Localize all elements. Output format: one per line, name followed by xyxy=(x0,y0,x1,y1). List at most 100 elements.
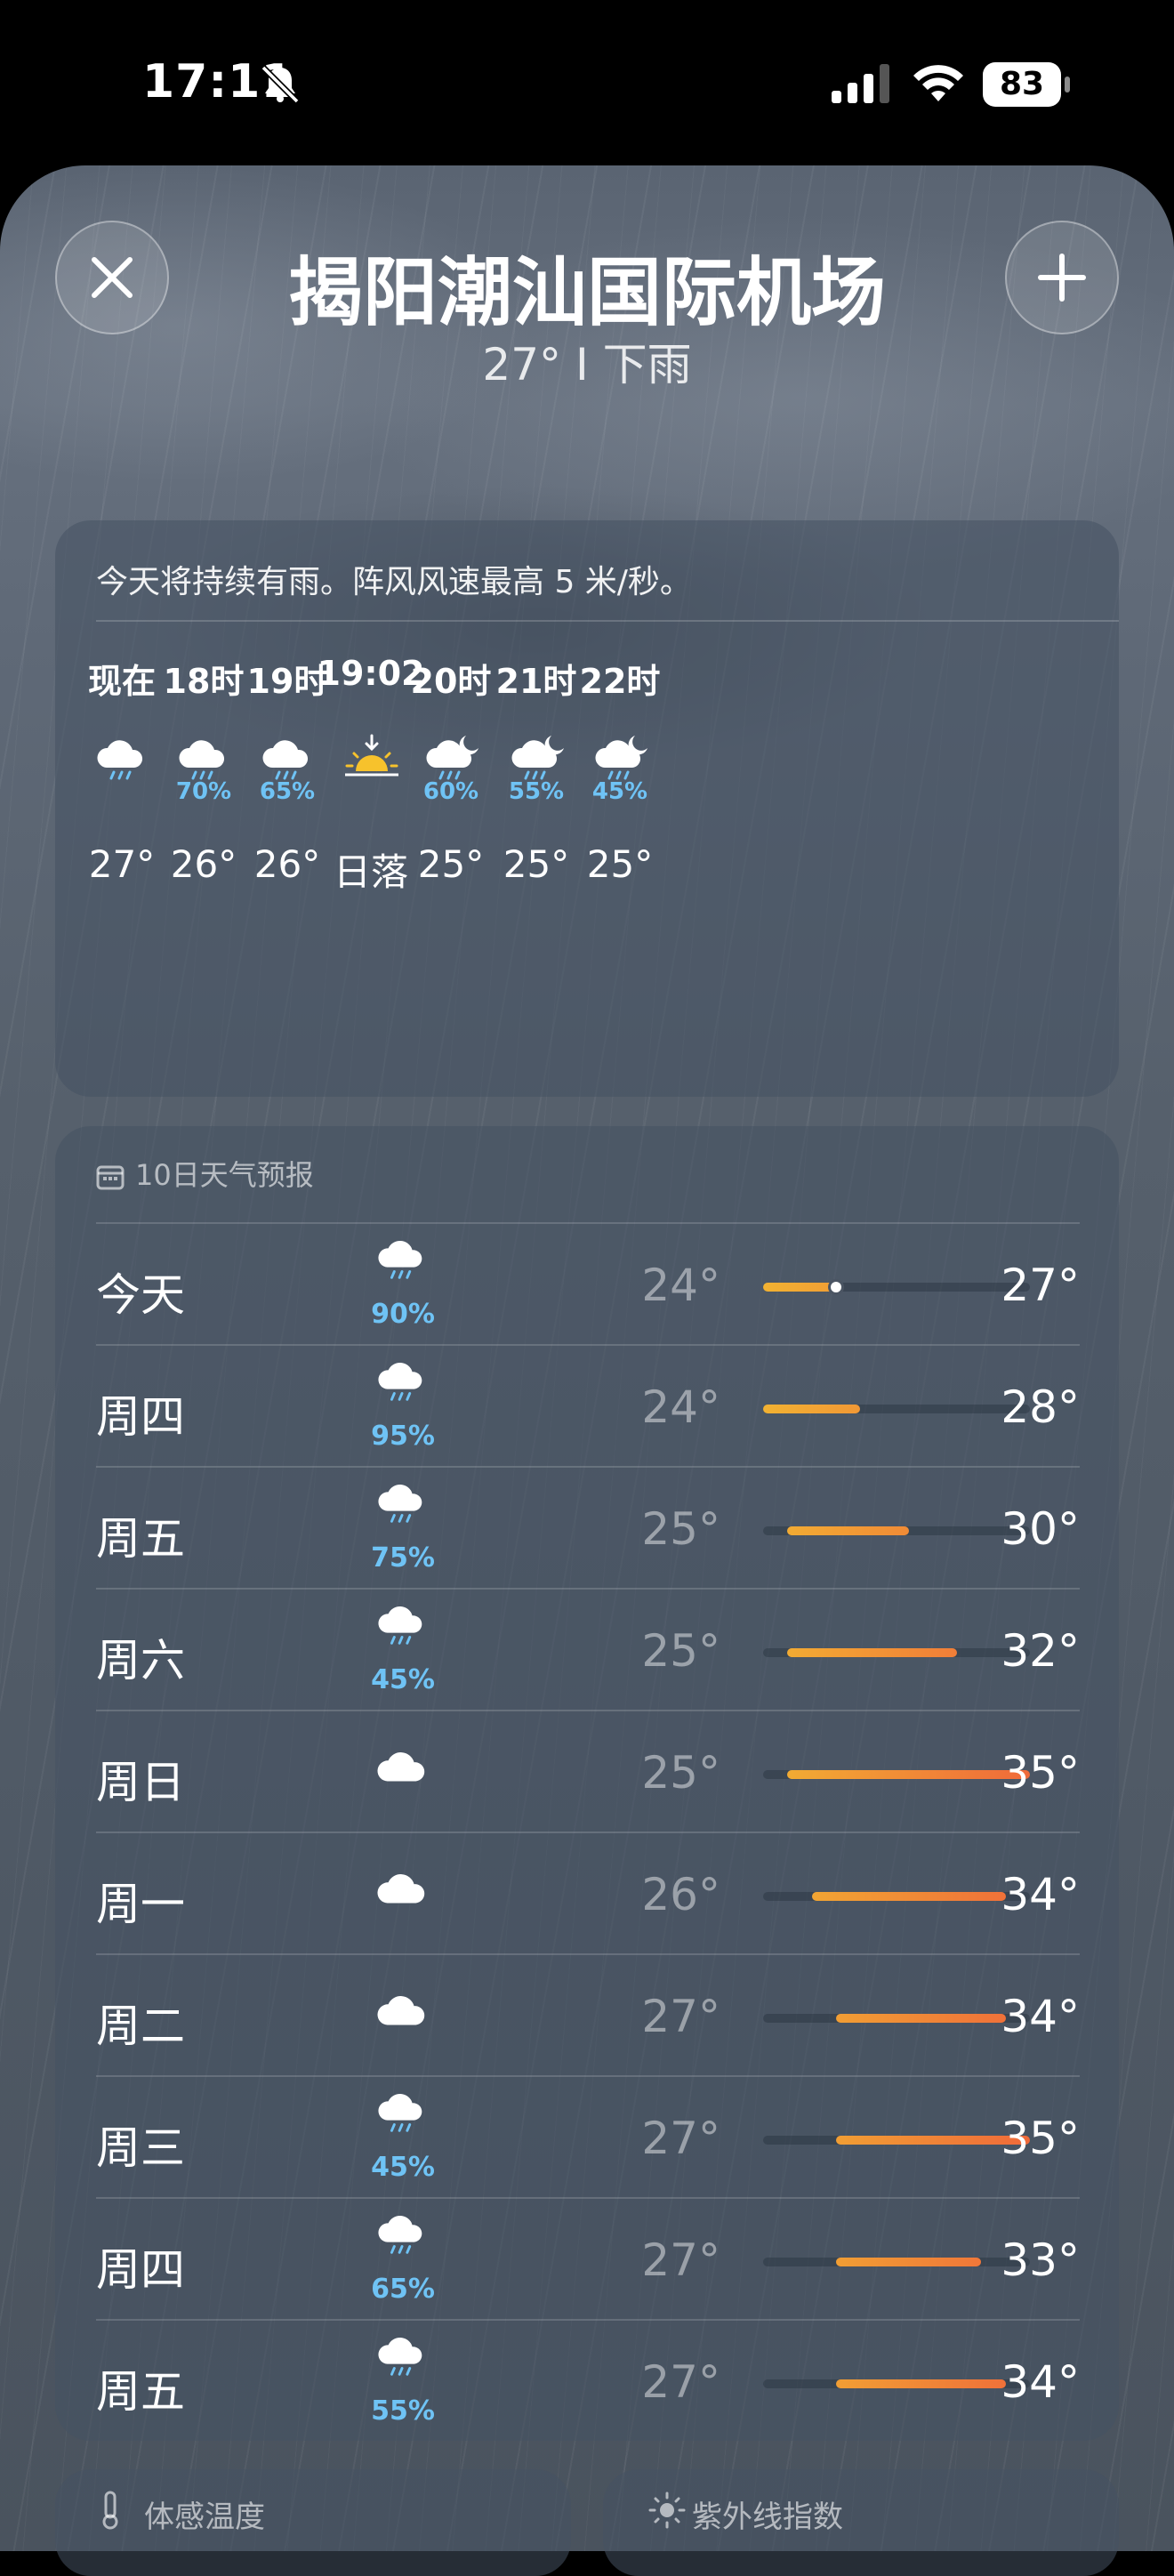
precip-chance: 75% xyxy=(371,1542,435,1574)
temp-range-fill xyxy=(787,1770,1030,1779)
uv-index-card[interactable]: 紫外线指数 xyxy=(603,2469,1119,2576)
cloud-icon xyxy=(363,1864,443,1961)
hourly-item: 22时 45% 25° xyxy=(553,654,687,886)
thermometer-icon xyxy=(102,2491,118,2530)
daily-row[interactable]: 周五 55% 27° 34° xyxy=(96,2319,1080,2441)
temp-range-fill xyxy=(787,1648,958,1657)
current-temp-marker xyxy=(827,1279,844,1295)
temp-range-bar xyxy=(763,1405,1030,1413)
battery-indicator: 83 xyxy=(983,62,1070,107)
day-label: 今天 xyxy=(96,1269,185,1321)
precip-chance: 45% xyxy=(371,1664,435,1695)
rain-icon: 55% xyxy=(363,2330,443,2427)
high-temp: 34° xyxy=(1001,1991,1080,2042)
precip-chance: 90% xyxy=(371,1299,435,1330)
high-temp: 32° xyxy=(1001,1625,1080,1677)
low-temp: 25° xyxy=(641,1625,720,1677)
hour-label: 22时 xyxy=(579,662,661,701)
temp-range-bar xyxy=(763,1770,1030,1779)
hour-temp: 25° xyxy=(586,842,654,886)
high-temp: 33° xyxy=(1001,2234,1080,2286)
temp-range-bar xyxy=(763,1279,1030,1295)
rain-icon: 45% xyxy=(363,1598,443,1696)
high-temp: 30° xyxy=(1001,1503,1080,1555)
night-rain-icon: 45% xyxy=(553,698,687,805)
precip-chance: 55% xyxy=(371,2395,435,2427)
temp-range-bar xyxy=(763,1526,1030,1535)
daily-row[interactable]: 周二 27° 34° xyxy=(96,1953,1080,2075)
low-temp: 27° xyxy=(641,2234,720,2286)
rain-icon: 45% xyxy=(363,2086,443,2184)
temp-range-fill xyxy=(787,1526,909,1535)
low-temp: 24° xyxy=(641,1381,720,1433)
feels-like-label: 体感温度 xyxy=(144,2500,265,2535)
high-temp: 34° xyxy=(1001,2356,1080,2408)
location-name: 揭阳潮汕国际机场 xyxy=(287,249,886,336)
temp-range-fill xyxy=(763,1405,861,1413)
temp-range-fill xyxy=(835,2014,1006,2023)
status-bar: 17:11 83 xyxy=(0,0,1174,169)
daily-row[interactable]: 周三 45% 27° 35° xyxy=(96,2075,1080,2197)
wifi-icon xyxy=(913,65,963,101)
temp-range-bar xyxy=(763,2136,1030,2145)
day-label: 周五 xyxy=(96,2366,185,2418)
high-temp: 35° xyxy=(1001,2113,1080,2164)
precip-chance: 65% xyxy=(371,2274,435,2305)
daily-row[interactable]: 周五 75% 25° 30° xyxy=(96,1466,1080,1588)
day-label: 周三 xyxy=(96,2122,185,2174)
temp-range-fill xyxy=(811,1892,1006,1901)
high-temp: 34° xyxy=(1001,1869,1080,1920)
silent-mode-icon xyxy=(261,65,300,104)
high-temp: 27° xyxy=(1001,1260,1080,1311)
precip-chance: 95% xyxy=(371,1421,435,1452)
rain-icon: 75% xyxy=(363,1477,443,1574)
temp-range-bar xyxy=(763,2379,1030,2388)
cellular-signal-icon xyxy=(832,64,889,103)
precip-chance: 45% xyxy=(371,2152,435,2183)
calendar-icon xyxy=(96,1165,125,1190)
temp-range-bar xyxy=(763,2014,1030,2023)
cloud-icon xyxy=(363,1742,443,1839)
daily-row[interactable]: 周一 26° 34° xyxy=(96,1831,1080,1953)
temp-range-fill xyxy=(835,2379,1006,2388)
daily-row[interactable]: 周日 25° 35° xyxy=(96,1710,1080,1831)
ten-day-header: 10日天气预报 xyxy=(96,1153,314,1194)
day-label: 周四 xyxy=(96,2244,185,2296)
temp-range-bar xyxy=(763,1892,1030,1901)
low-temp: 27° xyxy=(641,1991,720,2042)
sun-icon xyxy=(648,2491,686,2529)
high-temp: 35° xyxy=(1001,1747,1080,1799)
ten-day-forecast-card[interactable]: 10日天气预报 今天 90% 24° 27° 周四 95% 24° 28° 周五 75% 25° 30… xyxy=(55,1126,1119,2441)
low-temp: 27° xyxy=(641,2356,720,2408)
day-label: 周五 xyxy=(96,1513,185,1565)
uv-label: 紫外线指数 xyxy=(692,2500,843,2535)
daily-row[interactable]: 周四 95% 24° 28° xyxy=(96,1344,1080,1466)
low-temp: 24° xyxy=(641,1260,720,1311)
feels-like-card[interactable]: 体感温度 xyxy=(55,2469,571,2576)
hourly-summary: 今天将持续有雨。阵风风速最高 5 米/秒。 xyxy=(96,564,692,600)
day-label: 周四 xyxy=(96,1391,185,1443)
temp-range-fill xyxy=(835,2258,982,2266)
hourly-forecast-card[interactable]: 今天将持续有雨。阵风风速最高 5 米/秒。 现在 27° 18时 70% 26° 19时 6… xyxy=(55,520,1119,1097)
rain-icon: 90% xyxy=(363,1233,443,1331)
low-temp: 26° xyxy=(641,1869,720,1920)
rain-icon: 95% xyxy=(363,1355,443,1453)
precip-chance: 45% xyxy=(591,778,648,805)
day-label: 周二 xyxy=(96,2000,185,2052)
current-conditions: 27° I 下雨 xyxy=(482,339,692,390)
high-temp: 28° xyxy=(1001,1381,1080,1433)
daily-row[interactable]: 周四 65% 27° 33° xyxy=(96,2197,1080,2319)
day-label: 周日 xyxy=(96,1757,185,1808)
low-temp: 27° xyxy=(641,2113,720,2164)
ten-day-title: 10日天气预报 xyxy=(135,1158,314,1192)
cloud-icon xyxy=(363,1985,443,2083)
daily-row[interactable]: 周六 45% 25° 32° xyxy=(96,1588,1080,1710)
rain-icon: 65% xyxy=(363,2208,443,2306)
low-temp: 25° xyxy=(641,1503,720,1555)
temp-range-bar xyxy=(763,2258,1030,2266)
low-temp: 25° xyxy=(641,1747,720,1799)
daily-row[interactable]: 今天 90% 24° 27° xyxy=(96,1222,1080,1344)
day-label: 周一 xyxy=(96,1879,185,1930)
temp-range-bar xyxy=(763,1648,1030,1657)
day-label: 周六 xyxy=(96,1635,185,1686)
